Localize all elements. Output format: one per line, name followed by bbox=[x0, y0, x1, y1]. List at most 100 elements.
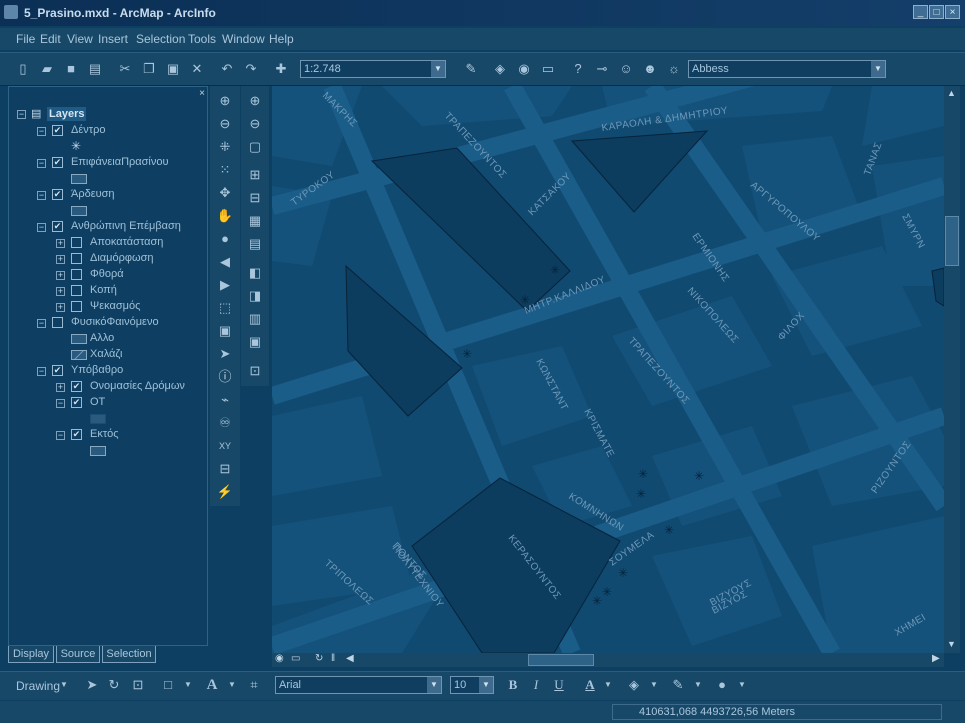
tree-marker[interactable]: ✳ bbox=[638, 467, 648, 481]
map-view[interactable]: ΜΑΚΡΗΣ ΤΡΑΠΕΖΟΥΝΤΟΣ ΚΑΡΑΟΛΗ & ΔΗΜΗΤΡΙΟΥ … bbox=[272, 86, 944, 653]
select-elements-icon[interactable]: ➤ bbox=[216, 345, 234, 363]
add-data-icon[interactable]: ✚ bbox=[273, 61, 289, 77]
zoom-selected-icon[interactable]: ⊡ bbox=[130, 677, 146, 693]
layer-visibility-checkbox[interactable] bbox=[71, 253, 82, 264]
measure-icon[interactable]: ⊸ bbox=[594, 61, 610, 77]
map-vertical-scrollbar[interactable]: ▲ ▼ bbox=[944, 86, 960, 653]
open-folder-icon[interactable]: ▰ bbox=[39, 61, 55, 77]
collapse-icon[interactable]: − bbox=[37, 367, 46, 376]
hand-icon[interactable]: ✋ bbox=[216, 207, 234, 225]
full-extent-icon[interactable]: ● bbox=[216, 230, 234, 248]
layer-name[interactable]: Φθορά bbox=[90, 268, 124, 280]
marker-color-icon[interactable]: ● bbox=[714, 677, 730, 693]
zoom-percent-icon[interactable]: ▥ bbox=[246, 310, 264, 328]
data-view-icon[interactable]: ◉ bbox=[275, 653, 284, 664]
layout-view-icon[interactable]: ▭ bbox=[291, 653, 300, 664]
measure-tool-icon[interactable]: ⊟ bbox=[216, 460, 234, 478]
paste-icon[interactable]: ▣ bbox=[165, 61, 181, 77]
expand-icon[interactable]: + bbox=[56, 255, 65, 264]
layout-fixed-zoom-icon[interactable]: ⊞ bbox=[246, 166, 264, 184]
scroll-right-icon[interactable]: ▶ bbox=[932, 653, 940, 664]
menu-file[interactable]: File bbox=[16, 32, 35, 46]
find-binoculars-icon[interactable]: ♾ bbox=[216, 414, 234, 432]
zoom-100-icon[interactable]: ▤ bbox=[246, 235, 264, 253]
layer-name[interactable]: ΕπιφάνειαΠρασίνου bbox=[71, 156, 169, 168]
whats-this-icon[interactable]: ? bbox=[570, 61, 586, 77]
collapse-icon[interactable]: − bbox=[37, 159, 46, 168]
collapse-icon[interactable]: − bbox=[37, 223, 46, 232]
tab-source[interactable]: Source bbox=[56, 646, 100, 663]
select-features-icon[interactable]: ⬚ bbox=[216, 299, 234, 317]
undo-icon[interactable]: ↶ bbox=[219, 61, 235, 77]
font-size-combo[interactable]: 10 ▼ bbox=[450, 676, 494, 694]
collapse-icon[interactable]: − bbox=[37, 191, 46, 200]
back-arrow-icon[interactable]: ◀ bbox=[216, 253, 234, 271]
layer-combo[interactable]: Abbess ▼ bbox=[688, 60, 886, 78]
focus-data-frame-icon[interactable]: ⊡ bbox=[246, 362, 264, 380]
layer-visibility-checkbox[interactable]: ✔ bbox=[52, 365, 63, 376]
fixed-zoom-out-icon[interactable]: ⁙ bbox=[216, 161, 234, 179]
collapse-icon[interactable]: − bbox=[56, 399, 65, 408]
scroll-left-icon[interactable]: ◀ bbox=[346, 653, 354, 664]
pause-drawing-icon[interactable]: ‖ bbox=[331, 653, 335, 664]
collapse-icon[interactable]: − bbox=[37, 127, 46, 136]
bold-button[interactable]: B bbox=[505, 677, 521, 693]
forward-arrow-icon[interactable]: ▶ bbox=[216, 276, 234, 294]
hyperlink-tool-icon[interactable]: ⌁ bbox=[216, 391, 234, 409]
layout-zoom-out-icon[interactable]: ⊖ bbox=[246, 115, 264, 133]
italic-button[interactable]: I bbox=[528, 677, 544, 693]
lightning-icon[interactable]: ⚡ bbox=[216, 483, 234, 501]
layer-visibility-checkbox[interactable]: ✔ bbox=[71, 381, 82, 392]
tree-marker[interactable]: ✳ bbox=[462, 347, 472, 361]
maximize-button[interactable]: □ bbox=[929, 5, 944, 19]
expand-icon[interactable]: + bbox=[56, 303, 65, 312]
minimize-button[interactable]: _ bbox=[913, 5, 928, 19]
expand-icon[interactable]: + bbox=[56, 383, 65, 392]
layout-fixed-zoom-out-icon[interactable]: ⊟ bbox=[246, 189, 264, 207]
layer-name[interactable]: Εκτός bbox=[90, 428, 119, 440]
horizontal-scroll-thumb[interactable] bbox=[528, 654, 594, 666]
map-scale-combo[interactable]: 1:2.748 ▼ bbox=[300, 60, 446, 78]
font-combo[interactable]: Arial ▼ bbox=[275, 676, 442, 694]
chevron-down-icon[interactable]: ▼ bbox=[690, 677, 706, 693]
identify-feature-icon[interactable]: ☼ bbox=[666, 61, 682, 77]
layout-zoom-in-icon[interactable]: ⊕ bbox=[246, 92, 264, 110]
scroll-thumb[interactable] bbox=[945, 216, 959, 266]
layer-name[interactable]: Άρδευση bbox=[71, 188, 115, 200]
refresh-icon[interactable]: ↻ bbox=[315, 653, 323, 664]
menu-tools[interactable]: Tools bbox=[188, 32, 216, 46]
layer-name[interactable]: ΟΤ bbox=[90, 396, 105, 408]
text-tool-icon[interactable]: A bbox=[204, 677, 220, 693]
tree-marker[interactable]: ✳ bbox=[636, 487, 646, 501]
layer-visibility-checkbox[interactable] bbox=[71, 237, 82, 248]
print-icon[interactable]: ▤ bbox=[87, 61, 103, 77]
layer-visibility-checkbox[interactable] bbox=[52, 317, 63, 328]
chevron-down-icon[interactable]: ▼ bbox=[224, 677, 240, 693]
layer-visibility-checkbox[interactable]: ✔ bbox=[52, 125, 63, 136]
tree-marker[interactable]: ✳ bbox=[694, 469, 704, 483]
edit-vertices-icon[interactable]: ⌗ bbox=[246, 677, 262, 693]
chevron-down-icon[interactable]: ▼ bbox=[646, 677, 662, 693]
arccatalog-icon[interactable]: ◉ bbox=[516, 61, 532, 77]
layer-visibility-checkbox[interactable]: ✔ bbox=[52, 157, 63, 168]
close-button[interactable]: × bbox=[945, 5, 960, 19]
layer-name[interactable]: Κοπή bbox=[90, 284, 117, 296]
layer-name[interactable]: ΦυσικόΦαινόμενο bbox=[71, 316, 159, 328]
layer-visibility-checkbox[interactable]: ✔ bbox=[71, 429, 82, 440]
zoom-in-icon[interactable]: ⊕ bbox=[216, 92, 234, 110]
layer-visibility-checkbox[interactable] bbox=[71, 285, 82, 296]
pan-icon[interactable]: ✥ bbox=[216, 184, 234, 202]
save-icon[interactable]: ■ bbox=[63, 61, 79, 77]
expand-icon[interactable]: + bbox=[56, 239, 65, 248]
delete-icon[interactable]: ✕ bbox=[189, 61, 205, 77]
layer-visibility-checkbox[interactable]: ✔ bbox=[52, 221, 63, 232]
tab-display[interactable]: Display bbox=[8, 646, 54, 663]
layer-name[interactable]: Αποκατάσταση bbox=[90, 236, 163, 248]
drawing-menu[interactable]: Drawing bbox=[16, 679, 60, 693]
fixed-zoom-in-icon[interactable]: ⁜ bbox=[216, 138, 234, 156]
hyperlink-icon[interactable]: ☺ bbox=[618, 61, 634, 77]
previous-extent-icon[interactable]: ◧ bbox=[246, 264, 264, 282]
tree-marker[interactable]: ✳ bbox=[602, 585, 612, 599]
copy-icon[interactable]: ❐ bbox=[141, 61, 157, 77]
tree-marker[interactable]: ✳ bbox=[592, 594, 602, 608]
